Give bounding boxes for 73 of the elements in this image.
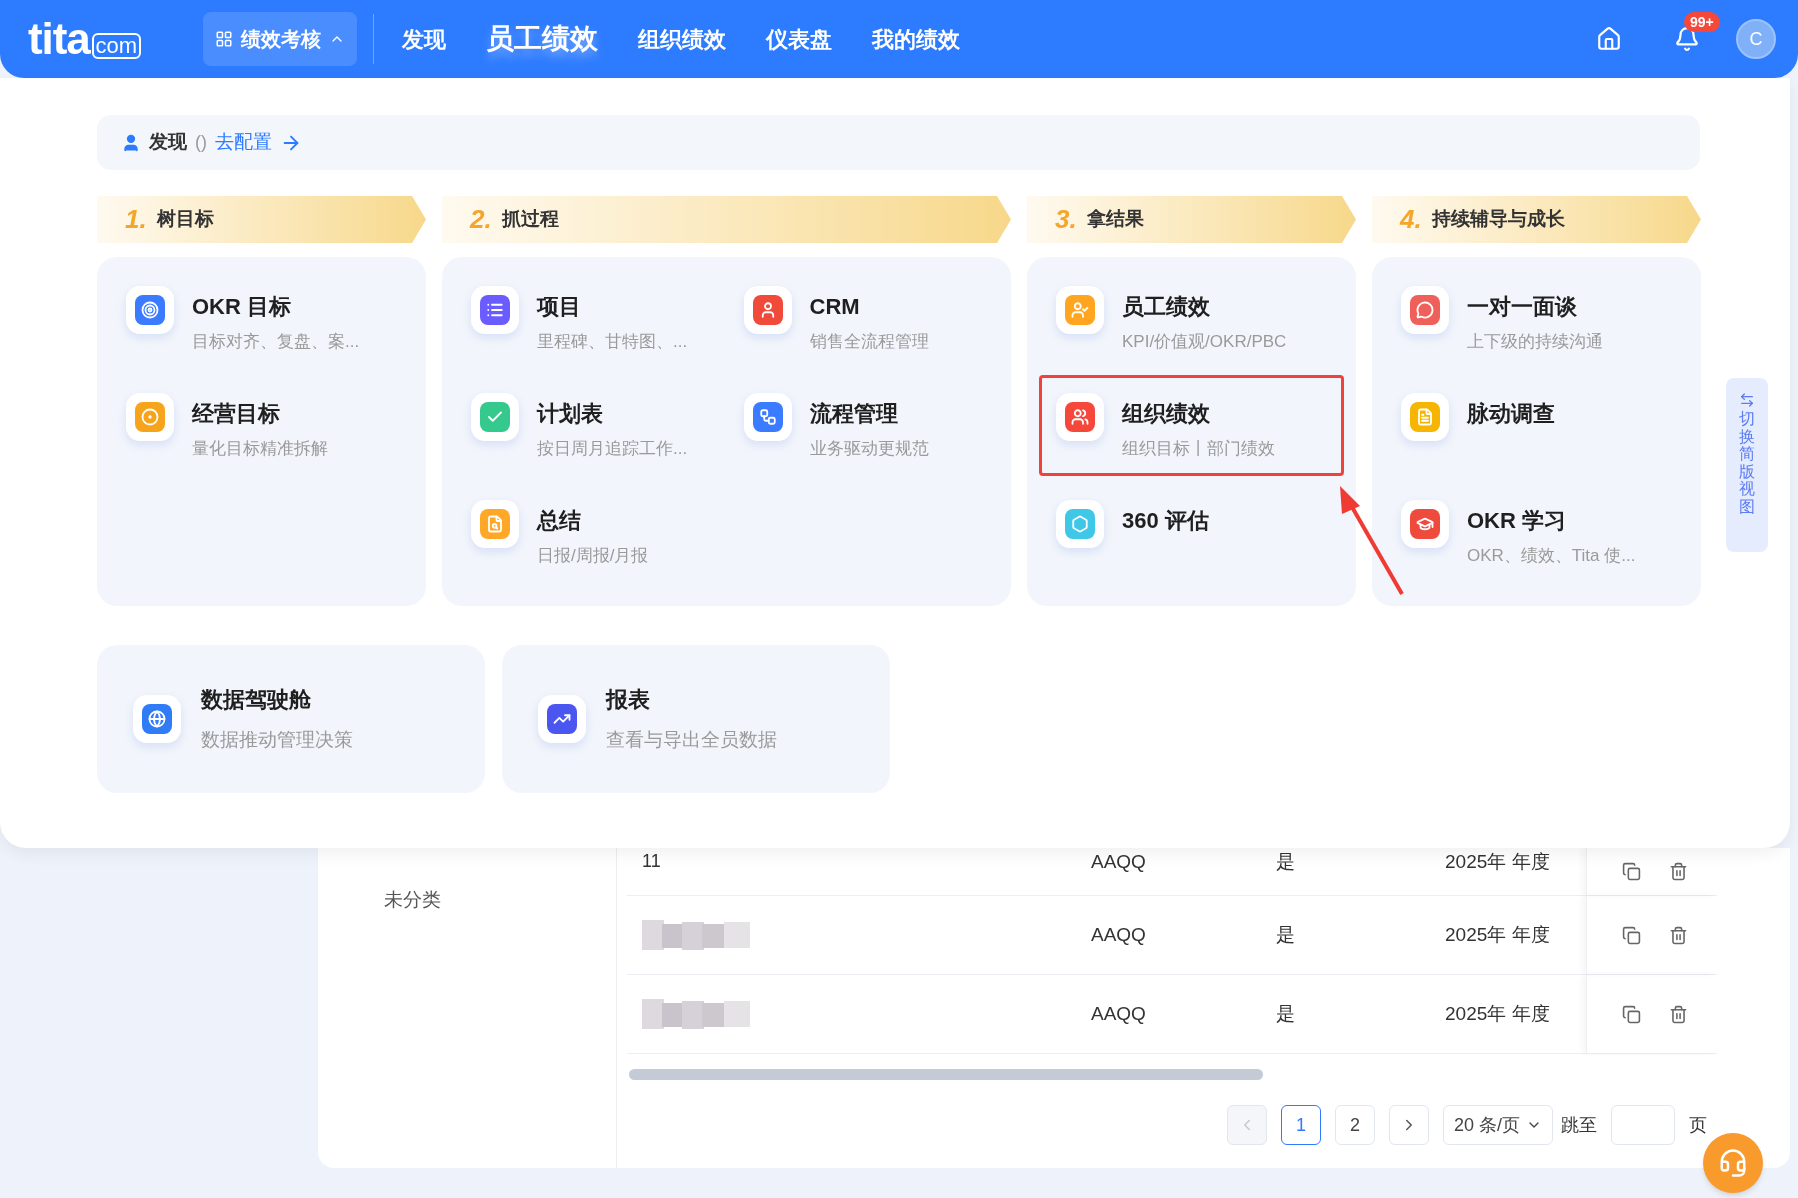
- trash-icon[interactable]: [1669, 862, 1688, 881]
- person-check-icon: [1056, 286, 1104, 334]
- trash-icon[interactable]: [1669, 925, 1688, 945]
- module-item[interactable]: OKR 目标 目标对齐、复盘、案...: [109, 268, 414, 369]
- support-button[interactable]: [1703, 1133, 1763, 1193]
- stage-banner: 3. 拿结果: [1027, 196, 1356, 243]
- module-item[interactable]: 360 评估: [1039, 482, 1344, 583]
- hexagon-icon: [1056, 500, 1104, 548]
- nav-tab[interactable]: 组织绩效: [618, 22, 747, 56]
- trash-icon[interactable]: [1669, 1004, 1688, 1024]
- module-item[interactable]: 总结 日报/周报/月报: [454, 482, 727, 583]
- nav-tab[interactable]: 仪表盘: [746, 22, 853, 56]
- module-item[interactable]: 一对一面谈 上下级的持续沟通: [1384, 268, 1689, 369]
- page-size-select[interactable]: 20 条/页: [1443, 1105, 1554, 1145]
- page-input[interactable]: [1611, 1105, 1676, 1145]
- table-cell: 是: [1276, 851, 1295, 872]
- breadcrumb-count: (): [195, 131, 207, 154]
- person-icon: [743, 286, 792, 334]
- table-cell: 2025年 年度: [1445, 851, 1550, 872]
- grid-icon: [215, 30, 234, 48]
- notification-badge: 99+: [1684, 12, 1720, 32]
- table-cell: 是: [1276, 1002, 1295, 1024]
- stage-banner: 4. 持续辅导与成长: [1372, 196, 1701, 243]
- module-card[interactable]: 报表 查看与导出全员数据: [502, 645, 890, 793]
- module-item[interactable]: 经营目标 量化目标精准拆解: [109, 375, 414, 476]
- file-search-icon: [471, 500, 519, 548]
- configure-link[interactable]: 去配置: [215, 128, 272, 157]
- copy-icon[interactable]: [1622, 862, 1641, 881]
- module-item[interactable]: OKR 学习 OKR、绩效、Tita 使...: [1384, 482, 1689, 583]
- module-item[interactable]: CRM 销售全流程管理: [726, 268, 999, 369]
- category-label: 未分类: [384, 889, 441, 910]
- chat-icon: [1401, 286, 1449, 334]
- nav-tab[interactable]: 我的绩效: [852, 22, 981, 56]
- workflow-icon: [743, 393, 792, 441]
- logo: tita com: [28, 17, 142, 61]
- globe-icon: [133, 695, 181, 743]
- stage-banner: 1. 树目标: [97, 196, 426, 243]
- people-icon: [1056, 393, 1104, 441]
- nav-tab[interactable]: 发现: [382, 22, 467, 56]
- module-item[interactable]: 流程管理 业务驱动更规范: [726, 375, 999, 476]
- module-card[interactable]: 数据驾驶舱 数据推动管理决策: [97, 645, 485, 793]
- module-item[interactable]: 项目 里程碑、甘特图、...: [454, 268, 727, 369]
- headset-icon: [1718, 1148, 1748, 1178]
- table-cell: 2025年 年度: [1445, 923, 1550, 945]
- table-cell: AAQQ: [1091, 851, 1146, 872]
- table-cell: AAQQ: [1091, 1002, 1146, 1024]
- list-icon: [471, 286, 519, 334]
- copy-icon[interactable]: [1622, 925, 1641, 945]
- table-cell: 是: [1276, 923, 1295, 945]
- module-item[interactable]: 组织绩效 组织目标丨部门绩效: [1039, 375, 1344, 476]
- module-item[interactable]: 脉动调查: [1384, 375, 1689, 476]
- breadcrumb-title: 发现: [149, 130, 187, 155]
- page-button[interactable]: 2: [1335, 1105, 1375, 1145]
- stage-banner: 2. 抓过程: [442, 196, 1011, 243]
- table-cell: 2025年 年度: [1445, 1002, 1550, 1024]
- module-item[interactable]: 计划表 按日周月追踪工作...: [454, 375, 727, 476]
- page-button[interactable]: 1: [1281, 1105, 1321, 1145]
- chart-line-icon: [538, 695, 586, 743]
- page-suffix: 页: [1689, 1113, 1708, 1137]
- jump-label: 跳至: [1561, 1113, 1598, 1137]
- home-icon[interactable]: [1596, 26, 1622, 52]
- table-cell-text: 11: [642, 850, 661, 873]
- person-icon: [121, 132, 141, 153]
- swap-icon: [1739, 392, 1755, 408]
- check-icon: [471, 393, 519, 441]
- target-icon: [126, 286, 174, 334]
- bell-icon[interactable]: [1674, 26, 1700, 52]
- nav-tab[interactable]: 员工绩效: [466, 18, 619, 60]
- copy-icon[interactable]: [1622, 1004, 1641, 1024]
- module-item[interactable]: 员工绩效 KPI/价值观/OKR/PBC: [1039, 268, 1344, 369]
- table-cell: AAQQ: [1091, 923, 1146, 945]
- document-icon: [1401, 393, 1449, 441]
- graduation-cap-icon: [1401, 500, 1449, 548]
